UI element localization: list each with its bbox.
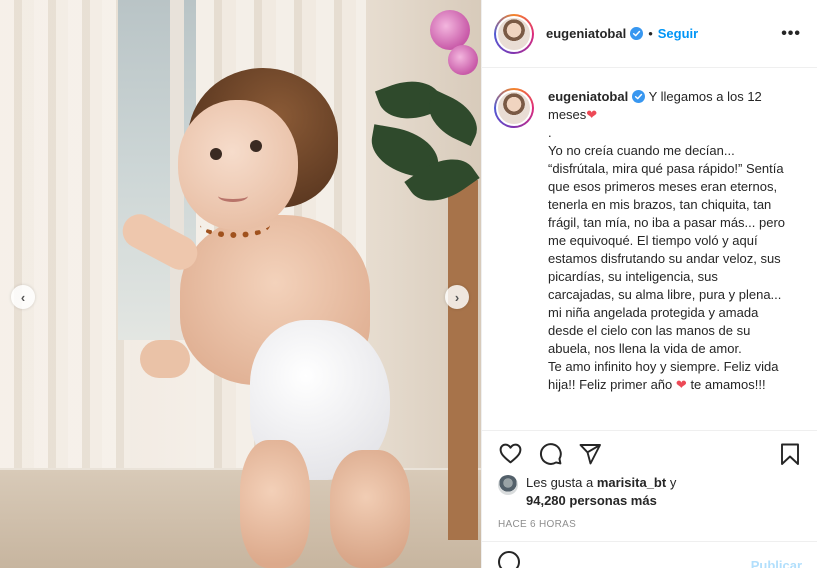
heart-emoji: ❤ xyxy=(586,107,598,122)
profile-avatar[interactable] xyxy=(494,13,534,54)
caption-paragraph: te amamos!!! xyxy=(690,377,766,392)
likes-prefix: Les gusta a xyxy=(526,475,597,490)
comment-icon[interactable] xyxy=(536,440,564,468)
share-icon[interactable] xyxy=(576,440,604,468)
carousel-prev-button[interactable]: ‹ xyxy=(11,285,35,309)
photo-baby xyxy=(100,40,410,568)
caption-username[interactable]: eugeniatobal xyxy=(548,89,628,104)
post-photo[interactable]: ‹ › xyxy=(0,0,481,568)
caption-paragraph: Yo no creía cuando me decían... “disfrút… xyxy=(548,143,786,356)
header-username[interactable]: eugeniatobal xyxy=(546,26,626,41)
emoji-icon[interactable] xyxy=(498,551,520,568)
caption-body: eugeniatobal Y llegamos a los 12 meses❤ … xyxy=(548,88,786,430)
carousel-next-button[interactable]: › xyxy=(445,285,469,309)
instagram-post: ‹ › eugeniatobal • Seguir ••• eugeniatob… xyxy=(0,0,817,568)
bookmark-icon[interactable] xyxy=(776,440,804,468)
follow-button[interactable]: Seguir xyxy=(658,26,698,41)
more-options-icon[interactable]: ••• xyxy=(781,25,801,43)
heart-emoji: ❤ xyxy=(675,377,687,392)
action-bar xyxy=(482,430,817,476)
post-comment-button[interactable]: Publicar xyxy=(751,558,802,568)
caption-avatar[interactable] xyxy=(494,88,534,128)
heart-icon[interactable] xyxy=(496,440,524,468)
likes-connector: y xyxy=(666,475,677,490)
comment-bar: Publicar xyxy=(482,541,817,568)
verified-icon xyxy=(632,90,646,103)
header-separator: • xyxy=(648,26,653,41)
post-side-panel: eugeniatobal • Seguir ••• eugeniatobal Y… xyxy=(481,0,817,568)
likes-count[interactable]: 94,280 personas más xyxy=(526,493,657,508)
caption-paragraph: . xyxy=(548,125,552,140)
liker-avatar[interactable] xyxy=(498,475,518,495)
post-header: eugeniatobal • Seguir ••• xyxy=(482,0,817,68)
post-timestamp[interactable]: HACE 6 HORAS xyxy=(498,519,576,530)
verified-icon xyxy=(630,27,644,40)
liker-username[interactable]: marisita_bt xyxy=(597,475,666,490)
likes-summary: Les gusta a marisita_bt y 94,280 persona… xyxy=(498,474,676,510)
caption: eugeniatobal Y llegamos a los 12 meses❤ … xyxy=(482,68,817,430)
